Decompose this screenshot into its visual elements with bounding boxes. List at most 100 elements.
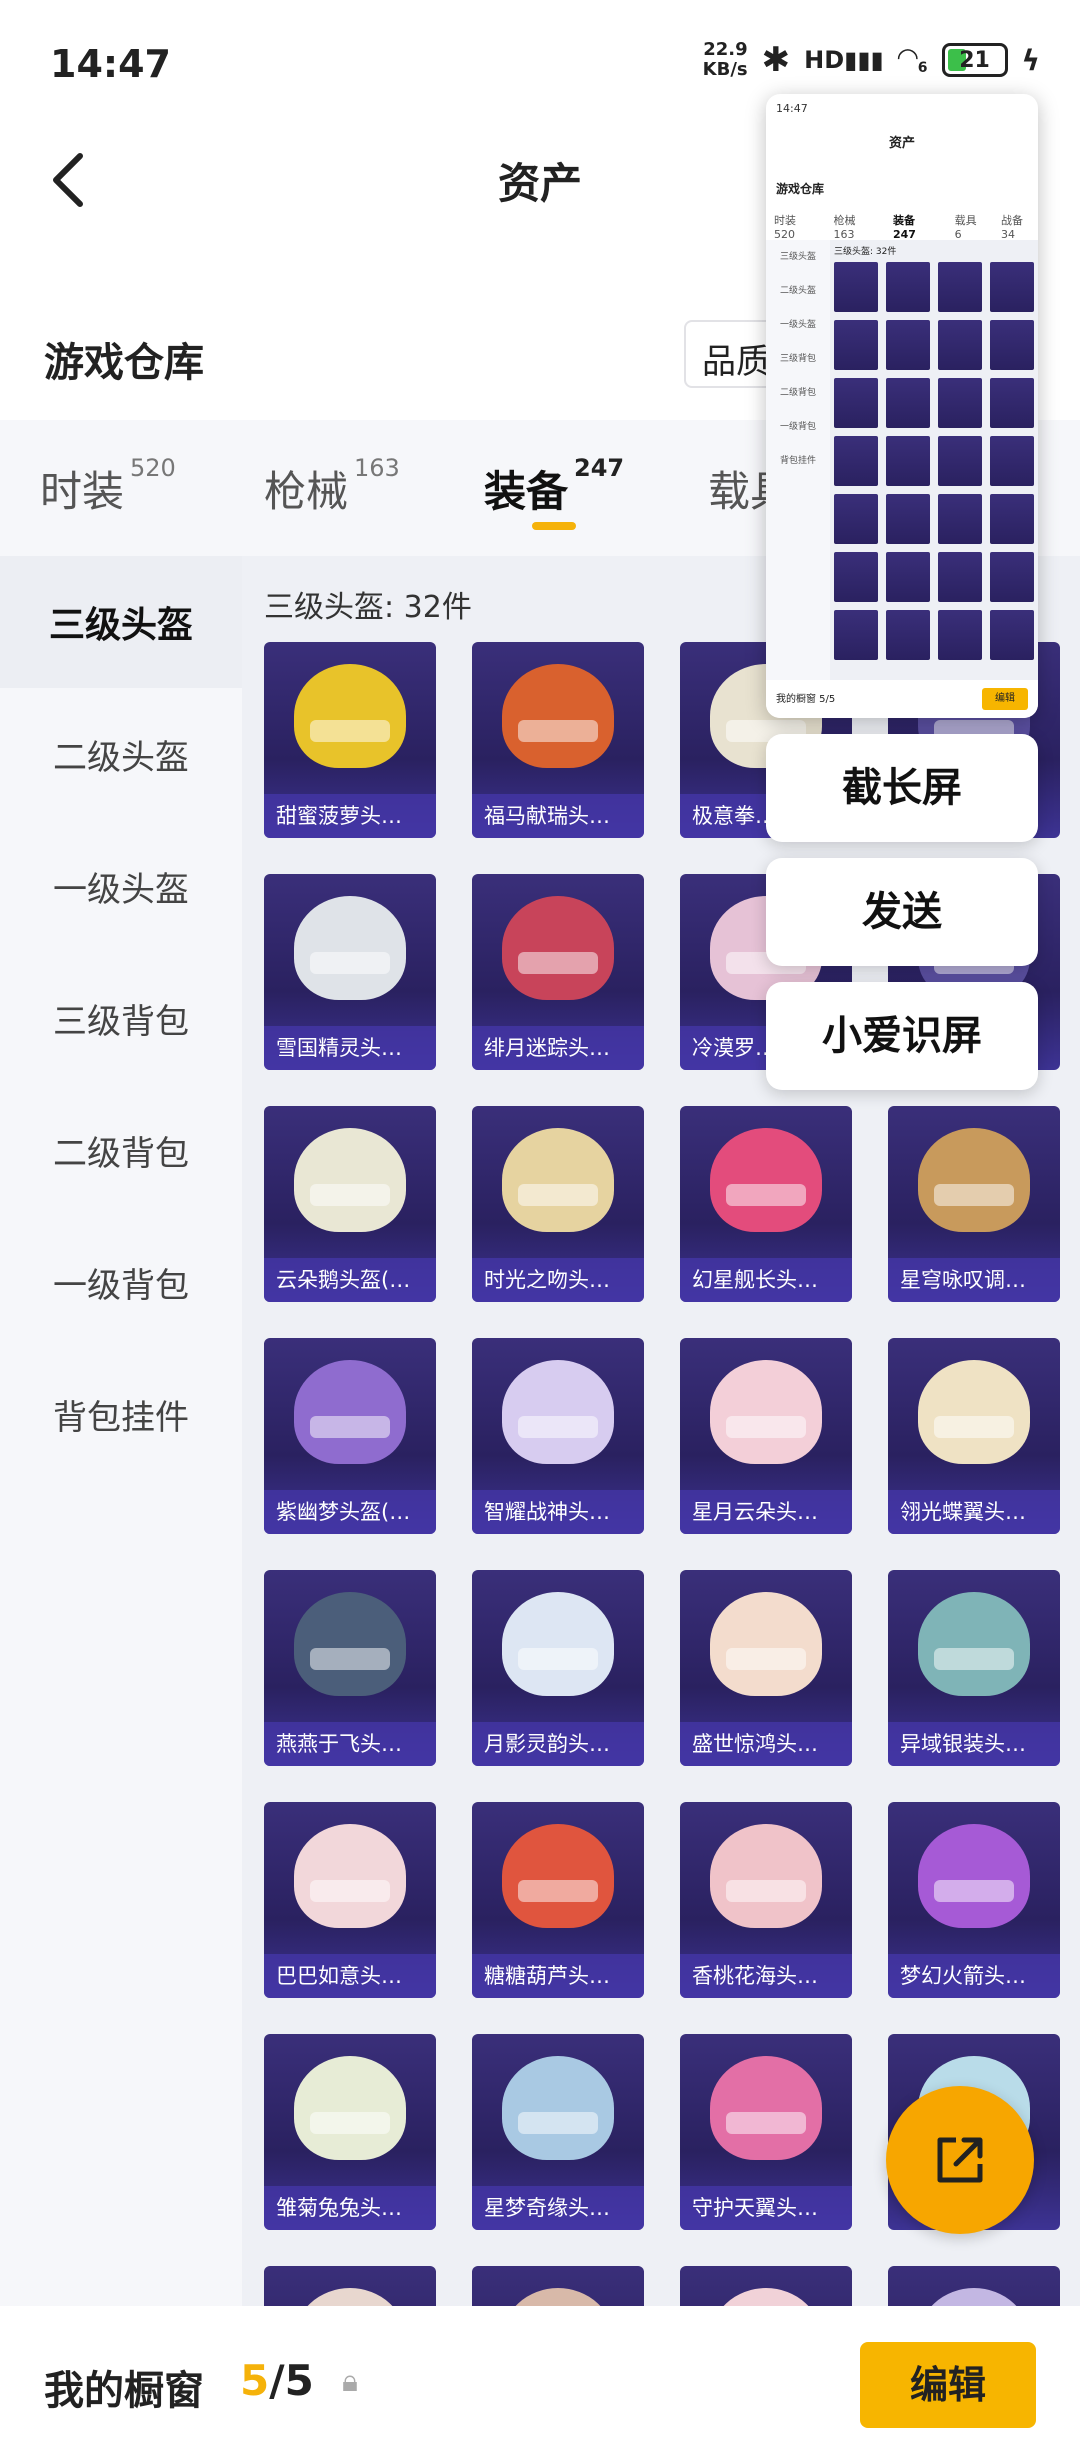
helmet-visor bbox=[310, 1184, 390, 1206]
helmet-visor bbox=[934, 1416, 1014, 1438]
preview-card bbox=[886, 378, 930, 428]
helmet-thumbnail bbox=[710, 1360, 822, 1464]
active-tab-indicator bbox=[532, 522, 576, 530]
preview-tab: 载具 6 bbox=[954, 214, 977, 241]
helmet-visor bbox=[934, 1648, 1014, 1670]
helmet-thumbnail bbox=[502, 1592, 614, 1696]
helmet-visor bbox=[310, 2112, 390, 2134]
network-speed-unit: KB/s bbox=[702, 59, 748, 80]
helmet-visor bbox=[518, 1880, 598, 1902]
item-card[interactable]: 幻星舰长头… bbox=[680, 1106, 852, 1302]
long-screenshot-button[interactable]: 截长屏 bbox=[766, 734, 1038, 842]
screenshot-preview[interactable]: 14:47 资产 游戏仓库 时装 520 枪械 163 装备 247 载具 6 … bbox=[766, 94, 1038, 718]
item-card[interactable]: 星梦奇缘头… bbox=[472, 2034, 644, 2230]
tab-count: 520 bbox=[130, 454, 176, 482]
helmet-visor bbox=[310, 1648, 390, 1670]
preview-card bbox=[990, 320, 1034, 370]
preview-sidebar-item: 三级背包 bbox=[779, 354, 816, 364]
item-card[interactable]: 糖糖葫芦头… bbox=[472, 1802, 644, 1998]
item-card[interactable] bbox=[472, 2266, 644, 2306]
preview-card bbox=[834, 320, 878, 370]
helmet-visor bbox=[934, 1880, 1014, 1902]
preview-grid bbox=[834, 262, 1034, 660]
sidebar-item-level2-backpack[interactable]: 二级背包 bbox=[0, 1084, 242, 1216]
showcase-bar: 我的橱窗 5/5 🔒︎ 编辑 bbox=[0, 2306, 1080, 2460]
item-name: 星月云朵头… bbox=[680, 1490, 852, 1534]
tab-label: 时装 bbox=[40, 467, 125, 516]
edit-button[interactable]: 编辑 bbox=[860, 2342, 1036, 2428]
item-name: 紫幽梦头盔(… bbox=[264, 1490, 436, 1534]
sidebar-item-level1-backpack[interactable]: 一级背包 bbox=[0, 1216, 242, 1348]
helmet-thumbnail bbox=[294, 1592, 406, 1696]
item-card[interactable] bbox=[680, 2266, 852, 2306]
wifi-icon: ◠6 bbox=[897, 43, 928, 77]
item-card[interactable]: 盛世惊鸿头… bbox=[680, 1570, 852, 1766]
helmet-thumbnail bbox=[294, 2056, 406, 2160]
item-card[interactable]: 紫幽梦头盔(… bbox=[264, 1338, 436, 1534]
item-name: 梦幻火箭头… bbox=[888, 1954, 1060, 1998]
helmet-thumbnail bbox=[918, 1824, 1030, 1928]
helmet-visor bbox=[518, 1184, 598, 1206]
item-card[interactable]: 翎光蝶翼头… bbox=[888, 1338, 1060, 1534]
item-card[interactable]: 异域银装头… bbox=[888, 1570, 1060, 1766]
helmet-visor bbox=[310, 720, 390, 742]
item-card[interactable]: 月影灵韵头… bbox=[472, 1570, 644, 1766]
item-card[interactable]: 云朵鹅头盔(… bbox=[264, 1106, 436, 1302]
send-button[interactable]: 发送 bbox=[766, 858, 1038, 966]
status-time: 14:47 bbox=[50, 42, 171, 86]
item-card[interactable]: 雪国精灵头… bbox=[264, 874, 436, 1070]
showcase-count: 5/5 bbox=[240, 2356, 314, 2405]
share-float-button[interactable] bbox=[886, 2086, 1034, 2234]
helmet-thumbnail bbox=[502, 664, 614, 768]
preview-sidebar-item: 一级头盔 bbox=[779, 320, 816, 330]
helmet-visor bbox=[726, 1416, 806, 1438]
item-card[interactable] bbox=[888, 2266, 1060, 2306]
item-card[interactable] bbox=[264, 2266, 436, 2306]
status-icons: 22.9 KB/s ✱ HD▮▮▮ ◠6 21 ϟ bbox=[702, 40, 1040, 81]
preview-card bbox=[938, 320, 982, 370]
sidebar-item-level2-helmet[interactable]: 二级头盔 bbox=[0, 688, 242, 820]
item-card[interactable]: 时光之吻头… bbox=[472, 1106, 644, 1302]
item-card[interactable]: 星月云朵头… bbox=[680, 1338, 852, 1534]
preview-content: 三级头盔: 32件 bbox=[830, 240, 1038, 680]
helmet-thumbnail bbox=[294, 1360, 406, 1464]
preview-card bbox=[886, 610, 930, 660]
tab-guns[interactable]: 枪械 163 bbox=[264, 454, 400, 519]
tab-fashion[interactable]: 时装 520 bbox=[40, 454, 176, 519]
sidebar-item-backpack-charm[interactable]: 背包挂件 bbox=[0, 1348, 242, 1480]
xiaoai-screen-recognition-button[interactable]: 小爱识屏 bbox=[766, 982, 1038, 1090]
item-card[interactable]: 智耀战神头… bbox=[472, 1338, 644, 1534]
sidebar-item-level3-backpack[interactable]: 三级背包 bbox=[0, 952, 242, 1084]
item-name: 雪国精灵头… bbox=[264, 1026, 436, 1070]
item-card[interactable]: 燕燕于飞头… bbox=[264, 1570, 436, 1766]
helmet-visor bbox=[518, 720, 598, 742]
helmet-visor bbox=[726, 1648, 806, 1670]
preview-tab: 装备 247 bbox=[893, 214, 916, 241]
helmet-thumbnail bbox=[918, 1360, 1030, 1464]
preview-showcase: 我的橱窗 5/5 bbox=[776, 694, 836, 705]
sidebar-item-level1-helmet[interactable]: 一级头盔 bbox=[0, 820, 242, 952]
bluetooth-icon: ✱ bbox=[761, 40, 791, 80]
item-card[interactable]: 香桃花海头… bbox=[680, 1802, 852, 1998]
tab-label: 装备 bbox=[484, 467, 569, 516]
item-card[interactable]: 甜蜜菠萝头… bbox=[264, 642, 436, 838]
tab-equipment[interactable]: 装备 247 bbox=[484, 454, 624, 519]
item-name: 绯月迷踪头… bbox=[472, 1026, 644, 1070]
item-card[interactable]: 巴巴如意头… bbox=[264, 1802, 436, 1998]
item-card[interactable]: 雏菊兔兔头… bbox=[264, 2034, 436, 2230]
item-card[interactable]: 绯月迷踪头… bbox=[472, 874, 644, 1070]
preview-card bbox=[834, 552, 878, 602]
item-name: 月影灵韵头… bbox=[472, 1722, 644, 1766]
preview-card bbox=[834, 378, 878, 428]
helmet-visor bbox=[310, 1416, 390, 1438]
sidebar-item-level3-helmet[interactable]: 三级头盔 bbox=[0, 556, 242, 688]
item-card[interactable]: 梦幻火箭头… bbox=[888, 1802, 1060, 1998]
helmet-thumbnail bbox=[502, 2056, 614, 2160]
item-name: 幻星舰长头… bbox=[680, 1258, 852, 1302]
preview-card bbox=[990, 552, 1034, 602]
preview-card bbox=[938, 436, 982, 486]
preview-bottom: 我的橱窗 5/5 编辑 bbox=[766, 680, 1038, 718]
item-card[interactable]: 福马献瑞头… bbox=[472, 642, 644, 838]
item-card[interactable]: 守护天翼头… bbox=[680, 2034, 852, 2230]
item-card[interactable]: 星穹咏叹调… bbox=[888, 1106, 1060, 1302]
